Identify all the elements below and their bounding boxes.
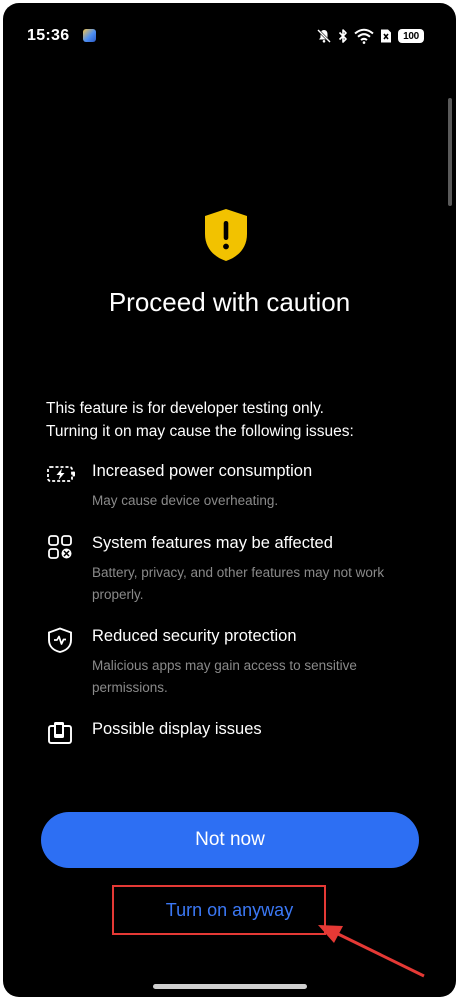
- phone-screen: 15:36 100 Proceed with caution This feat…: [3, 3, 456, 997]
- home-indicator[interactable]: [153, 984, 307, 989]
- issue-title: Increased power consumption: [92, 462, 313, 480]
- issue-title: System features may be affected: [92, 534, 333, 552]
- sim-icon: [381, 29, 391, 43]
- mute-icon: [317, 29, 331, 43]
- app-notification-icon: [83, 29, 96, 42]
- issue-subtitle: May cause device overheating.: [92, 493, 279, 508]
- issue-subtitle: Malicious apps may gain access to sensit…: [92, 658, 357, 695]
- issue-subtitle: Battery, privacy, and other features may…: [92, 565, 385, 602]
- issue-title: Possible display issues: [92, 720, 262, 738]
- issue-title: Reduced security protection: [92, 627, 297, 645]
- power-icon: [47, 466, 75, 482]
- page-title: Proceed with caution: [108, 287, 351, 317]
- display-icon: [48, 722, 72, 744]
- not-now-button[interactable]: Not now: [41, 812, 419, 868]
- status-bar: 15:36 100: [3, 3, 456, 63]
- warning-shield-icon: [205, 209, 247, 261]
- security-shield-icon: [48, 627, 72, 653]
- status-icons: 100: [316, 26, 424, 46]
- system-features-icon: [48, 535, 72, 559]
- battery-icon: 100: [398, 29, 424, 43]
- scrollbar[interactable]: [448, 98, 452, 206]
- wifi-icon: [354, 28, 374, 44]
- intro-text: This feature is for developer testing on…: [46, 397, 426, 443]
- annotation-highlight-box: [112, 885, 326, 935]
- intro-line-1: This feature is for developer testing on…: [46, 400, 324, 417]
- intro-line-2: Turning it on may cause the following is…: [46, 423, 354, 440]
- status-time: 15:36: [27, 27, 70, 44]
- bluetooth-icon: [338, 29, 347, 43]
